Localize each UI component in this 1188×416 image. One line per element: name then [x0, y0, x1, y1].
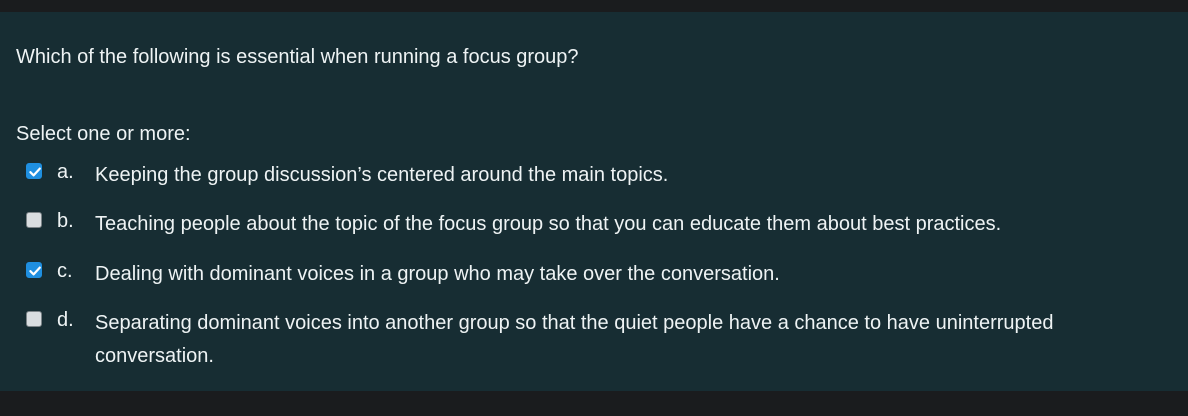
checkbox-checked-icon[interactable]: [26, 163, 42, 179]
option-letter: a.: [57, 161, 74, 183]
question-panel: Which of the following is essential when…: [0, 12, 1188, 391]
option-letter: b.: [57, 210, 74, 232]
option-letter: c.: [57, 260, 73, 282]
option-text[interactable]: Dealing with dominant voices in a group …: [95, 258, 1165, 291]
bottom-strip: [0, 391, 1188, 416]
checkbox-unchecked-icon[interactable]: [26, 212, 42, 228]
selection-prompt: Select one or more:: [16, 123, 191, 145]
top-strip: [0, 0, 1188, 12]
question-text: Which of the following is essential when…: [16, 46, 579, 68]
option-text[interactable]: Teaching people about the topic of the f…: [95, 208, 1165, 241]
option-letter: d.: [57, 309, 74, 331]
checkbox-unchecked-icon[interactable]: [26, 311, 42, 327]
checkbox-checked-icon[interactable]: [26, 262, 42, 278]
option-text[interactable]: Keeping the group discussion’s centered …: [95, 159, 1165, 192]
option-text[interactable]: Separating dominant voices into another …: [95, 307, 1165, 373]
